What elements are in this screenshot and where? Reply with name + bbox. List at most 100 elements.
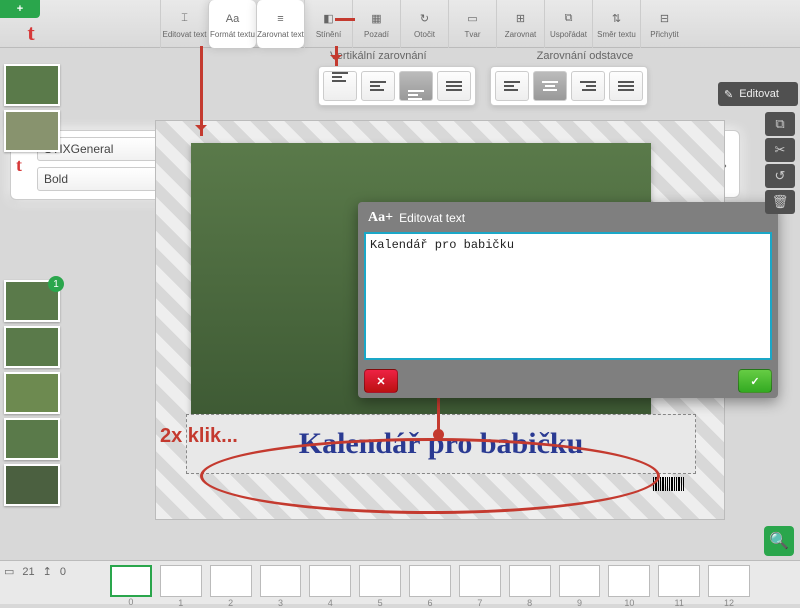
- toolbar-label: Editovat text: [161, 30, 209, 39]
- page-thumb[interactable]: 1: [160, 565, 202, 597]
- photo-thumb[interactable]: [4, 64, 60, 106]
- arrange-icon: ⧉: [560, 10, 578, 28]
- page-number: 2: [211, 598, 251, 608]
- photo-thumb[interactable]: [4, 418, 60, 460]
- photo-thumb[interactable]: 1: [4, 280, 60, 322]
- page-thumb[interactable]: 6: [409, 565, 451, 597]
- modal-confirm-button[interactable]: ✓: [738, 369, 772, 393]
- text-dir-icon: ⇅: [608, 10, 626, 28]
- background-icon: ▦: [368, 10, 386, 28]
- page-thumb[interactable]: 5: [359, 565, 401, 597]
- page-number: 7: [460, 598, 500, 608]
- align-text-icon: ≡: [272, 10, 290, 28]
- page-thumb[interactable]: 0: [110, 565, 152, 597]
- duplicate-button[interactable]: ⧉: [765, 112, 795, 136]
- shape-icon: ▭: [464, 10, 482, 28]
- page-thumb[interactable]: 11: [658, 565, 700, 597]
- toolbar-label: Stínění: [305, 30, 353, 39]
- page-thumb[interactable]: 2: [210, 565, 252, 597]
- photo-thumb[interactable]: [4, 110, 60, 152]
- valign-bottom-button[interactable]: [399, 71, 433, 101]
- toolbar-label: Formát textu: [209, 30, 257, 39]
- annotation-arrow-icon: [335, 18, 355, 21]
- page-thumb[interactable]: 9: [559, 565, 601, 597]
- pin-count-icon: ↥: [43, 565, 52, 578]
- edit-text-icon: ⌶: [176, 10, 194, 28]
- edit-mode-button[interactable]: ✎Editovat: [718, 82, 798, 106]
- magnifier-icon: 🔍: [769, 531, 789, 551]
- toolbar-label: Zarovnat text: [257, 30, 305, 39]
- toolbar-text-dir-button[interactable]: ⇅ Směr textu: [592, 0, 640, 48]
- undo-button[interactable]: ↺: [765, 164, 795, 188]
- page-number: 1: [161, 598, 201, 608]
- valign-top-button[interactable]: [323, 71, 357, 101]
- paragraph-align-group: [490, 66, 648, 106]
- delete-button[interactable]: 🗑: [765, 190, 795, 214]
- toolbar-label: Otočit: [401, 30, 449, 39]
- palign-center-button[interactable]: [533, 71, 567, 101]
- pin-count: 0: [60, 566, 66, 578]
- toolbar-shadow-button[interactable]: ◧Stínění: [304, 0, 352, 48]
- photo-thumb[interactable]: [4, 326, 60, 368]
- toolbar-align-text-button[interactable]: ≡ Zarovnat text: [256, 0, 304, 48]
- toolbar-background-button[interactable]: ▦ Pozadí: [352, 0, 400, 48]
- toolbar-rotate-button[interactable]: ↻ Otočit: [400, 0, 448, 48]
- toolbar-label: Přichytit: [641, 30, 689, 39]
- format-text-icon: Aa: [224, 10, 242, 28]
- toolbar-label: Zarovnat: [497, 30, 545, 39]
- palign-right-button[interactable]: [571, 71, 605, 101]
- paragraph-align-label: Zarovnání odstavce: [537, 50, 634, 62]
- toolbar-shape-button[interactable]: ▭ Tvar: [448, 0, 496, 48]
- zoom-search-button[interactable]: 🔍: [764, 526, 794, 556]
- photo-used-badge: 1: [48, 276, 64, 292]
- page-number: 9: [560, 598, 600, 608]
- page-number: 12: [709, 598, 749, 608]
- title-text-frame[interactable]: Kalendář pro babičku: [186, 414, 696, 474]
- barcode-icon: [653, 477, 684, 491]
- page-number: 8: [510, 598, 550, 608]
- page-thumb[interactable]: 10: [608, 565, 650, 597]
- red-text-marker-icon: t: [18, 20, 44, 46]
- photo-count-icon: ▭: [4, 565, 14, 578]
- rotate-icon: ↻: [416, 10, 434, 28]
- toolbar-label: Pozadí: [353, 30, 401, 39]
- page-thumb[interactable]: 12: [708, 565, 750, 597]
- add-media-button[interactable]: +: [0, 0, 40, 18]
- photo-tray: 1: [2, 50, 74, 554]
- valign-middle-button[interactable]: [361, 71, 395, 101]
- edit-text-textarea[interactable]: [364, 232, 772, 360]
- toolbar-label: Směr textu: [593, 30, 641, 39]
- toolbar-label: Tvar: [449, 30, 497, 39]
- toolbar-arrange-button[interactable]: ⧉Uspořádat: [544, 0, 592, 48]
- toolbar-align-button[interactable]: ⊞ Zarovnat: [496, 0, 544, 48]
- palign-left-button[interactable]: [495, 71, 529, 101]
- page-number: 10: [609, 598, 649, 608]
- page-thumb[interactable]: 7: [459, 565, 501, 597]
- page-number: 4: [310, 598, 350, 608]
- toolbar-edit-text-button[interactable]: ⌶ Editovat text: [160, 0, 208, 48]
- align-icon: ⊞: [512, 10, 530, 28]
- photo-thumb[interactable]: [4, 372, 60, 414]
- page-thumb[interactable]: 4: [309, 565, 351, 597]
- cut-button[interactable]: ✂: [765, 138, 795, 162]
- toolbar-snap-button[interactable]: ⊟ Přichytit: [640, 0, 688, 48]
- modal-title: Editovat text: [399, 211, 465, 225]
- page-thumb[interactable]: 8: [509, 565, 551, 597]
- vertical-align-group: [318, 66, 476, 106]
- photo-thumb[interactable]: [4, 464, 60, 506]
- modal-prefix-icon: Aa+: [368, 210, 393, 226]
- page-number: 6: [410, 598, 450, 608]
- annotation-arrow-icon: [335, 46, 338, 66]
- edit-text-modal: Aa+ Editovat text ✕ ✓: [358, 202, 778, 398]
- toolbar-format-text-button[interactable]: Aa Formát textu: [208, 0, 256, 48]
- photo-count: 21: [22, 566, 34, 578]
- vertical-align-label: Vertikální zarovnání: [330, 50, 427, 62]
- valign-stretch-button[interactable]: [437, 71, 471, 101]
- page-number: 11: [659, 598, 699, 608]
- snap-icon: ⊟: [656, 10, 674, 28]
- page-number: 3: [261, 598, 301, 608]
- page-thumb[interactable]: 3: [260, 565, 302, 597]
- modal-cancel-button[interactable]: ✕: [364, 369, 398, 393]
- bottom-bar: ▭21 ↥0 0123456789101112: [0, 560, 800, 604]
- palign-justify-button[interactable]: [609, 71, 643, 101]
